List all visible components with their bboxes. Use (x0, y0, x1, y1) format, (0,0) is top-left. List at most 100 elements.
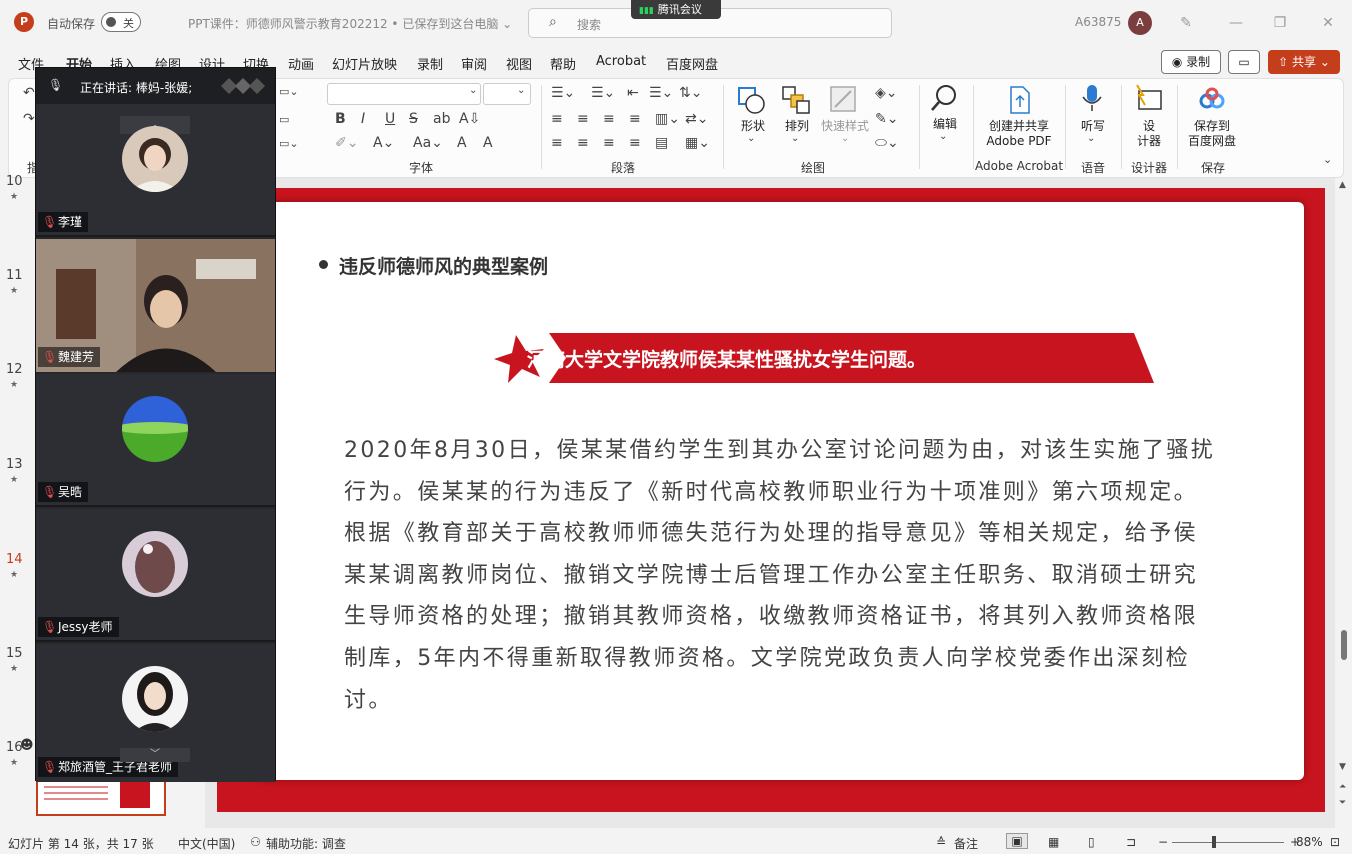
tab-baidu[interactable]: 百度网盘 (666, 54, 718, 73)
layout-icon[interactable]: ▭⌄ (279, 85, 299, 98)
scroll-up-icon[interactable]: ▲ (1339, 180, 1346, 190)
section-icon[interactable]: ▭⌄ (279, 137, 299, 150)
outdent-icon[interactable]: ≡ (629, 135, 641, 151)
participant-tile[interactable]: ︿ 🎙︎ 李瑾 (36, 104, 275, 237)
underline-icon[interactable]: U (385, 111, 395, 127)
text-direction-icon[interactable]: ⇄⌄ (685, 111, 708, 127)
zoom-slider-knob[interactable] (1212, 836, 1216, 848)
tab-record[interactable]: 录制 (417, 54, 443, 73)
slide-number-current[interactable]: 14 (6, 552, 23, 567)
record-button[interactable]: ◉ 录制 (1161, 50, 1221, 74)
scroll-down-icon[interactable]: ▼ (1339, 762, 1346, 772)
zoom-slider[interactable] (1172, 842, 1284, 843)
normal-view-icon[interactable]: ▣ (1006, 833, 1028, 849)
shape-effects-icon[interactable]: ⬭⌄ (875, 135, 899, 151)
slide[interactable]: 违反师德师风的典型案例 河南大学文学院教师侯某某性骚扰女学生问题。 2020年8… (217, 188, 1325, 812)
tab-slideshow[interactable]: 幻灯片放映 (332, 54, 397, 73)
bold-icon[interactable]: B (335, 111, 346, 127)
grow-font-icon[interactable]: A (457, 135, 467, 151)
prev-slide-icon[interactable]: ⏶ (1339, 782, 1346, 792)
next-slide-icon[interactable]: ⏷ (1339, 798, 1346, 808)
zoom-out-icon[interactable]: − (1158, 835, 1168, 849)
zoom-level[interactable]: 88% (1296, 835, 1323, 849)
slide-number[interactable]: 13 (6, 457, 23, 472)
indent-icon[interactable]: ≡ (603, 135, 615, 151)
decrease-indent-icon[interactable]: ⇤ (627, 85, 639, 101)
shrink-font-icon[interactable]: A (483, 135, 493, 151)
autosave-toggle[interactable]: 关 (101, 12, 141, 32)
shape-fill-icon[interactable]: ◈⌄ (875, 85, 898, 101)
align-right-icon[interactable]: ≡ (603, 111, 615, 127)
pen-icon[interactable]: ✎ (1174, 12, 1198, 34)
find-icon[interactable] (929, 83, 959, 113)
slide-number[interactable]: 11 (6, 268, 23, 283)
reset-icon[interactable]: ▭ (279, 113, 289, 126)
slide-number[interactable]: 15 (6, 646, 23, 661)
strikethrough-icon[interactable]: S (409, 111, 418, 127)
redo-icon[interactable]: ↷ (23, 111, 35, 127)
undo-icon[interactable]: ↶ (23, 85, 35, 101)
slide-thumbnail[interactable] (36, 776, 166, 816)
fit-slide-icon[interactable]: ⊡ (1330, 835, 1340, 849)
columns-icon[interactable]: ▥⌄ (655, 111, 680, 127)
comment-icon[interactable]: ▭ (1228, 50, 1260, 74)
slide-sorter-icon[interactable]: ▦ (1048, 835, 1059, 849)
smartart-icon[interactable]: ▤ (655, 135, 668, 151)
language-indicator[interactable]: 中文(中国) (178, 835, 235, 852)
participant-tile[interactable]: 🎙︎ 魏建芳 (36, 239, 275, 372)
slide-number[interactable]: 10 (6, 174, 23, 189)
designer-icon[interactable] (1133, 83, 1163, 113)
slide-body-text[interactable]: 2020年8月30日，侯某某借约学生到其办公室讨论问题为由，对该生实施了骚扰 行… (344, 430, 1284, 721)
participant-tile[interactable]: 🎙︎ Jessy老师 (36, 509, 275, 642)
shape-outline-icon[interactable]: ✎⌄ (875, 111, 898, 127)
vertical-scrollbar[interactable]: ▲ ▼ ⏶ ⏷ (1336, 178, 1352, 828)
tab-view[interactable]: 视图 (506, 54, 532, 73)
adobe-pdf-icon[interactable] (1005, 85, 1035, 115)
smiley-icon[interactable]: ☻ (20, 738, 34, 753)
slide-heading[interactable]: 违反师德师风的典型案例 (339, 252, 548, 279)
font-family-select[interactable] (327, 83, 481, 105)
align-text-icon[interactable]: ≡ (551, 135, 563, 151)
baidu-netdisk-icon[interactable] (1197, 85, 1227, 115)
document-title[interactable]: PPT课件：师德师风警示教育202212 • 已保存到这台电脑 ⌄ (188, 15, 512, 32)
tab-acrobat[interactable]: Acrobat (596, 54, 646, 69)
highlight-icon[interactable]: ✐⌄ (335, 135, 358, 151)
notes-button[interactable]: 备注 (954, 835, 978, 852)
participant-tile[interactable]: 🎙︎ 吴晧 (36, 374, 275, 507)
arrange-icon[interactable] (781, 85, 811, 115)
reading-view-icon[interactable]: ▯ (1088, 835, 1095, 849)
slide-editor[interactable]: 违反师德师风的典型案例 河南大学文学院教师侯某某性骚扰女学生问题。 2020年8… (205, 178, 1335, 828)
char-spacing-icon[interactable]: ab (433, 111, 450, 127)
close-icon[interactable]: ✕ (1316, 12, 1340, 34)
font-size-change-icon[interactable]: Aa⌄ (413, 135, 443, 151)
quick-styles-icon[interactable] (829, 85, 859, 115)
accessibility-status[interactable]: 辅助功能: 调查 (266, 835, 346, 852)
case-banner-title[interactable]: 河南大学文学院教师侯某某性骚扰女学生问题。 (527, 345, 926, 372)
italic-icon[interactable]: I (361, 111, 365, 127)
tab-animations[interactable]: 动画 (288, 54, 314, 73)
numbering-icon[interactable]: ☰⌄ (591, 85, 615, 101)
tab-help[interactable]: 帮助 (550, 54, 576, 73)
bullets-icon[interactable]: ☰⌄ (551, 85, 575, 101)
microphone-icon[interactable] (1077, 83, 1107, 113)
minimize-icon[interactable]: — (1224, 12, 1248, 34)
align-center-icon[interactable]: ≡ (577, 111, 589, 127)
align-left-icon[interactable]: ≡ (551, 111, 563, 127)
distributed-icon[interactable]: ≡ (577, 135, 589, 151)
tab-review[interactable]: 审阅 (461, 54, 487, 73)
convert-smartart-icon[interactable]: ▦⌄ (685, 135, 710, 151)
scroll-thumb[interactable] (1341, 630, 1347, 660)
restore-icon[interactable]: ❐ (1268, 12, 1292, 34)
tencent-meeting-indicator[interactable]: ▮▮▮ 腾讯会议 (631, 0, 721, 19)
collapse-down-icon[interactable]: ﹀ (120, 748, 190, 762)
shapes-icon[interactable] (737, 85, 767, 115)
slide-number[interactable]: 12 (6, 362, 23, 377)
line-spacing-icon[interactable]: ☰⌄ (649, 85, 673, 101)
ribbon-expand-icon[interactable]: ⌄ (1323, 153, 1332, 166)
change-case-icon[interactable]: A⇩ (459, 111, 480, 127)
justify-icon[interactable]: ≡ (629, 111, 641, 127)
slideshow-icon[interactable]: ⊐ (1126, 835, 1136, 849)
sort-icon[interactable]: ⇅⌄ (679, 85, 702, 101)
avatar[interactable]: A (1128, 11, 1152, 35)
font-color-icon[interactable]: A⌄ (373, 135, 394, 151)
